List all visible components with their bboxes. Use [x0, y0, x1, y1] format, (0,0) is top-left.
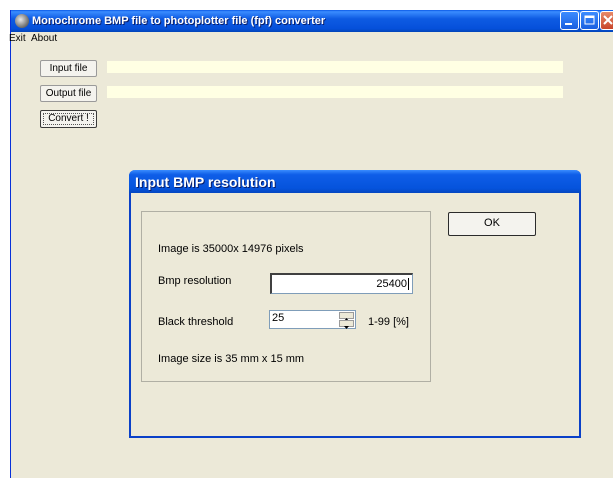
- spin-down-button[interactable]: [339, 320, 354, 329]
- bmp-resolution-value: 25400: [376, 278, 407, 290]
- output-file-path-field[interactable]: [107, 86, 563, 98]
- close-button[interactable]: [600, 11, 613, 30]
- close-icon: [603, 15, 613, 25]
- menu-exit[interactable]: Exit: [9, 33, 26, 44]
- ok-button[interactable]: OK: [448, 212, 536, 236]
- threshold-range-label: 1-99 [%]: [368, 316, 409, 328]
- bmp-resolution-label: Bmp resolution: [158, 275, 232, 287]
- spin-up-button[interactable]: [339, 312, 354, 321]
- title-bar[interactable]: Monochrome BMP file to photoplotter file…: [11, 10, 613, 32]
- dialog-title: Input BMP resolution: [135, 174, 276, 190]
- input-file-button[interactable]: Input file: [40, 60, 97, 77]
- maximize-icon: [584, 15, 595, 25]
- window-title: Monochrome BMP file to photoplotter file…: [32, 15, 326, 27]
- resolution-group-box: Image is 35000x 14976 pixels Bmp resolut…: [141, 211, 431, 382]
- convert-button[interactable]: Convert !: [40, 110, 97, 128]
- black-threshold-label: Black threshold: [158, 316, 234, 328]
- bmp-resolution-dialog: Input BMP resolution Image is 35000x 149…: [129, 170, 581, 438]
- maximize-button[interactable]: [580, 11, 599, 30]
- menu-about[interactable]: About: [31, 33, 57, 44]
- spinner-buttons: [339, 312, 354, 329]
- dialog-title-bar[interactable]: Input BMP resolution: [129, 170, 581, 193]
- app-icon: [15, 14, 29, 28]
- output-file-button[interactable]: Output file: [40, 85, 97, 102]
- image-size-label: Image size is 35 mm x 15 mm: [158, 353, 305, 365]
- arrow-down-icon: [344, 326, 349, 329]
- image-pixels-label: Image is 35000x 14976 pixels: [158, 243, 304, 255]
- main-window: Monochrome BMP file to photoplotter file…: [9, 10, 613, 478]
- black-threshold-spinner[interactable]: 25: [269, 310, 356, 329]
- minimize-button[interactable]: [560, 11, 579, 30]
- input-file-path-field[interactable]: [107, 61, 563, 73]
- focus-rectangle: [43, 113, 94, 125]
- bmp-resolution-input[interactable]: 25400: [270, 273, 413, 294]
- menu-bar: Exit About: [9, 32, 613, 46]
- black-threshold-value: 25: [272, 312, 285, 324]
- minimize-icon: [565, 23, 572, 25]
- text-caret: [408, 278, 409, 290]
